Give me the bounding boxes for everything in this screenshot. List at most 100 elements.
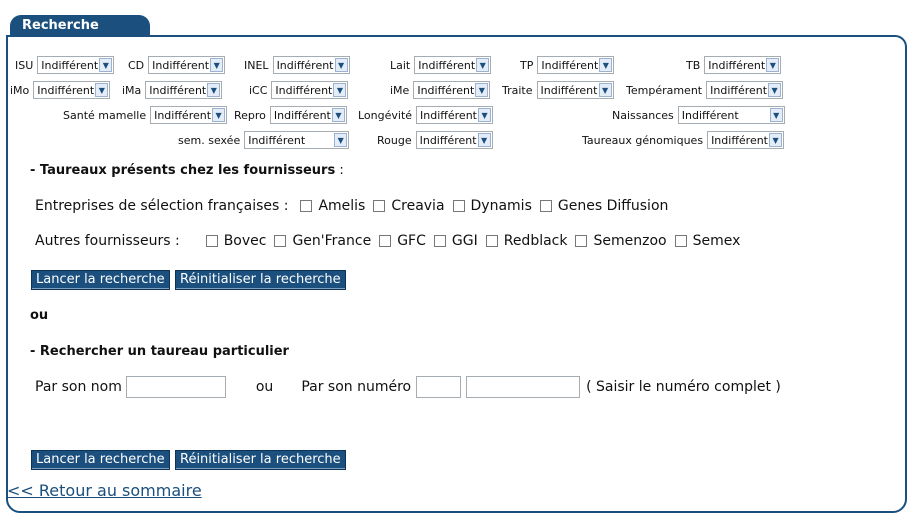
chevron-down-icon: ▼: [333, 83, 347, 97]
filter-naissances-select[interactable]: Indifférent ▼: [677, 106, 785, 124]
filter-cd-select[interactable]: Indifférent ▼: [148, 56, 226, 74]
number-input[interactable]: [466, 376, 581, 398]
supplier-checkbox[interactable]: [485, 235, 498, 247]
reset-button-bottom[interactable]: Réinitialiser la recherche: [175, 450, 346, 470]
filter-temperament-select[interactable]: Indifférent ▼: [706, 81, 784, 99]
reset-button[interactable]: Réinitialiser la recherche: [175, 270, 346, 290]
filter-imo-value: Indifférent: [37, 83, 95, 97]
supplier-option[interactable]: Redblack: [485, 233, 567, 249]
filter-longevite-select[interactable]: Indifférent ▼: [416, 106, 494, 124]
filter-tp: TP Indifférent ▼: [520, 56, 615, 74]
filter-ime: iMe Indifférent ▼: [390, 81, 491, 99]
filter-rouge: Rouge Indifférent ▼: [377, 131, 493, 149]
supplier-option[interactable]: Dynamis: [452, 198, 532, 214]
filter-icc-select[interactable]: Indifférent ▼: [271, 81, 349, 99]
supplier-label: Genes Diffusion: [557, 198, 669, 214]
supplier-option[interactable]: GFC: [379, 233, 426, 249]
chevron-down-icon: ▼: [475, 83, 489, 97]
supplier-option[interactable]: Semenzoo: [575, 233, 667, 249]
filter-tp-select[interactable]: Indifférent ▼: [537, 56, 615, 74]
tab-recherche: Recherche: [10, 15, 150, 37]
supplier-option[interactable]: Gen'France: [274, 233, 371, 249]
filter-sem-sexee-select[interactable]: Indifférent ▼: [244, 131, 350, 149]
filter-sem-sexee-value: Indifférent: [248, 133, 306, 147]
filter-cd: CD Indifférent ▼: [128, 56, 226, 74]
filter-temperament-label: Tempérament: [626, 83, 703, 97]
supplier-checkbox[interactable]: [373, 200, 386, 212]
filter-ime-select[interactable]: Indifférent ▼: [413, 81, 491, 99]
filter-tb: TB Indifférent ▼: [686, 56, 782, 74]
supplier-checkbox[interactable]: [575, 235, 588, 247]
supplier-option[interactable]: GGI: [433, 233, 478, 249]
filter-sante-mamelle: Santé mamelle Indifférent ▼: [63, 106, 228, 124]
filter-traite-value: Indifférent: [540, 83, 598, 97]
or-inline: ou: [255, 379, 274, 395]
filter-traite-select[interactable]: Indifférent ▼: [536, 81, 614, 99]
filter-lait-select[interactable]: Indifférent ▼: [414, 56, 492, 74]
filter-imo: iMo Indifférent ▼: [10, 81, 111, 99]
supplier-option[interactable]: Creavia: [373, 198, 445, 214]
filter-sante-mamelle-select[interactable]: Indifférent ▼: [150, 106, 228, 124]
particular-title: - Rechercher un taureau particulier: [30, 344, 289, 359]
supplier-checkbox[interactable]: [205, 235, 218, 247]
filter-rouge-select[interactable]: Indifférent ▼: [415, 131, 493, 149]
filter-repro: Repro Indifférent ▼: [234, 106, 347, 124]
filter-taureaux-genomiques-select[interactable]: Indifférent ▼: [707, 131, 785, 149]
other-suppliers-row: Autres fournisseurs : Bovec Gen'France G…: [35, 233, 748, 249]
chevron-down-icon: ▼: [207, 83, 221, 97]
filter-inel-label: INEL: [244, 58, 269, 72]
filter-naissances-value: Indifférent: [681, 108, 739, 122]
supplier-checkbox[interactable]: [433, 235, 446, 247]
filter-lait: Lait Indifférent ▼: [390, 56, 492, 74]
by-name-label: Par son nom: [35, 379, 122, 395]
chevron-down-icon: ▼: [769, 108, 783, 122]
supplier-option[interactable]: Semex: [674, 233, 740, 249]
supplier-checkbox[interactable]: [379, 235, 392, 247]
filter-taureaux-genomiques-label: Taureaux génomiques: [582, 133, 704, 147]
back-to-summary-link[interactable]: << Retour au sommaire: [7, 481, 202, 500]
suppliers-title: - Taureaux présents chez les fournisseur…: [30, 163, 344, 178]
other-suppliers-label: Autres fournisseurs :: [35, 233, 180, 249]
filter-imo-select[interactable]: Indifférent ▼: [33, 81, 111, 99]
filter-tb-select[interactable]: Indifférent ▼: [704, 56, 782, 74]
filter-tp-label: TP: [520, 58, 534, 72]
filter-taureaux-genomiques-value: Indifférent: [711, 133, 768, 147]
filter-repro-select[interactable]: Indifférent ▼: [269, 106, 347, 124]
filter-lait-label: Lait: [390, 58, 411, 72]
filter-sem-sexee-label: sem. sexée: [178, 133, 241, 147]
filter-isu-value: Indifférent: [41, 58, 99, 72]
chevron-down-icon: ▼: [766, 58, 780, 72]
filter-sem-sexee: sem. sexée Indifférent ▼: [178, 131, 350, 149]
search-button[interactable]: Lancer la recherche: [31, 270, 170, 290]
chevron-down-icon: ▼: [769, 133, 783, 147]
supplier-option[interactable]: Amelis: [300, 198, 365, 214]
filter-icc-value: Indifférent: [275, 83, 333, 97]
chevron-down-icon: ▼: [476, 58, 490, 72]
by-number-label: Par son numéro: [301, 379, 412, 395]
supplier-checkbox[interactable]: [539, 200, 552, 212]
number-hint: ( Saisir le numéro complet ): [586, 379, 781, 395]
supplier-option[interactable]: Genes Diffusion: [539, 198, 669, 214]
name-input[interactable]: [125, 376, 226, 398]
chevron-down-icon: ▼: [599, 58, 613, 72]
supplier-checkbox[interactable]: [300, 200, 313, 212]
filter-inel-select[interactable]: Indifférent ▼: [272, 56, 350, 74]
supplier-checkbox[interactable]: [674, 235, 687, 247]
filter-ima-select[interactable]: Indifférent ▼: [145, 81, 223, 99]
filter-isu-select[interactable]: Indifférent ▼: [37, 56, 115, 74]
supplier-label: GFC: [397, 233, 426, 249]
filter-cd-label: CD: [128, 58, 145, 72]
filter-ima-value: Indifférent: [149, 83, 207, 97]
chevron-down-icon: ▼: [99, 58, 113, 72]
filter-inel: INEL Indifférent ▼: [244, 56, 350, 74]
filter-inel-value: Indifférent: [276, 58, 334, 72]
search-button-bottom[interactable]: Lancer la recherche: [31, 450, 170, 470]
supplier-checkbox[interactable]: [274, 235, 287, 247]
supplier-checkbox[interactable]: [452, 200, 465, 212]
chevron-down-icon: ▼: [95, 83, 109, 97]
chevron-down-icon: ▼: [334, 58, 348, 72]
number-prefix-input[interactable]: [416, 376, 462, 398]
filter-ime-label: iMe: [390, 83, 410, 97]
filter-tb-label: TB: [686, 58, 701, 72]
supplier-option[interactable]: Bovec: [205, 233, 266, 249]
